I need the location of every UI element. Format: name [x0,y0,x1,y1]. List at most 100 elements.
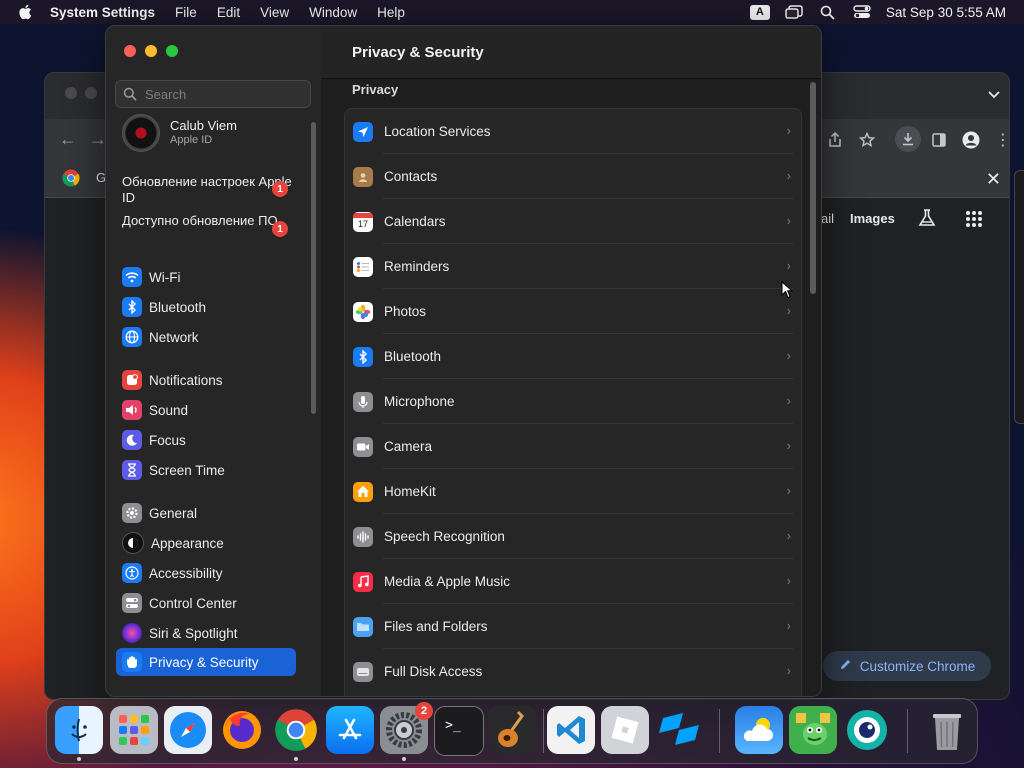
sidebar-item-network[interactable]: Network [116,323,296,351]
sidebar-item-label: Wi-Fi [149,269,181,285]
safari-icon[interactable] [164,706,212,754]
sidebar-item-siri-spotlight[interactable]: Siri & Spotlight [116,619,296,647]
accessibility-icon [122,563,142,583]
firefox-icon[interactable] [218,706,266,754]
sidebar-item-focus[interactable]: Focus [116,426,296,454]
mouse-pointer-icon [781,280,794,304]
menu-file[interactable]: File [175,5,197,20]
settings-content: Privacy & Security Privacy Location Serv… [321,26,821,696]
launchpad-icon[interactable] [110,706,158,754]
menu-window[interactable]: Window [309,5,357,20]
menu-bar: System Settings File Edit View Window He… [0,0,1024,24]
speaker-icon [122,400,142,420]
sidebar-item-privacy-security[interactable]: Privacy & Security [116,648,296,676]
list-item-reminders[interactable]: Reminders › [345,244,801,289]
contacts-icon [353,166,373,187]
list-item-files-folders[interactable]: Files and Folders › [345,604,801,649]
chrome-menu-icon[interactable]: ⋮ [993,130,1009,150]
list-item-calendars[interactable]: 17 Calendars › [345,199,801,244]
close-window-button[interactable] [124,45,136,57]
list-item-microphone[interactable]: Microphone › [345,379,801,424]
control-center-icon[interactable] [852,4,872,20]
apple-menu-icon[interactable] [18,4,36,20]
images-link[interactable]: Images [850,211,895,226]
google-apps-icon[interactable] [965,210,983,233]
sidebar-item-screen-time[interactable]: Screen Time [116,456,296,484]
disk-icon [353,661,373,682]
list-item-photos[interactable]: Photos › [345,289,801,334]
list-item-location-services[interactable]: Location Services › [345,109,801,154]
profile-subtitle: Apple ID [170,134,213,146]
sidebar-item-label: Sound [149,402,189,418]
list-item-label: Calendars [384,214,446,229]
list-item-bluetooth[interactable]: Bluetooth › [345,334,801,379]
search-field[interactable] [115,80,311,108]
customize-chrome-button[interactable]: Customize Chrome [823,651,991,681]
downloads-icon[interactable] [895,126,921,152]
list-item-camera[interactable]: Camera › [345,424,801,469]
trash-icon[interactable] [923,706,971,754]
sidebar-item-wifi[interactable]: Wi-Fi [116,263,296,291]
sidebar-item-label: Accessibility [149,565,223,581]
bluetooth-icon [353,346,373,367]
sidebar-item-bluetooth[interactable]: Bluetooth [116,293,296,321]
chrome-close-button[interactable] [65,87,77,99]
content-scrollbar[interactable] [810,82,816,294]
stage-manager-icon[interactable] [784,4,804,20]
garageband-icon[interactable] [488,706,536,754]
app-store-icon[interactable] [326,706,374,754]
back-arrow-icon[interactable]: ← [59,129,77,150]
sidebar-item-notifications[interactable]: Notifications [116,366,296,394]
chrome-close-tab-icon[interactable]: ✕ [986,169,1001,190]
terminal-icon[interactable]: >_ [434,706,484,756]
spotlight-search-icon[interactable] [818,4,838,20]
input-source-icon[interactable]: A [749,4,770,20]
clock[interactable]: Sat Sep 30 5:55 AM [886,5,1006,20]
list-item-speech-recognition[interactable]: Speech Recognition › [345,514,801,559]
hourglass-icon [122,460,142,480]
apple-id-profile[interactable]: Calub Viem Apple ID [122,114,237,152]
vscode-icon[interactable] [547,706,595,754]
roblox-icon[interactable] [601,706,649,754]
sidebar-item-sound[interactable]: Sound [116,396,296,424]
bookmark-star-icon[interactable] [857,130,877,150]
list-item-media-apple-music[interactable]: Media & Apple Music › [345,559,801,604]
sidebar-item-control-center[interactable]: Control Center [116,589,296,617]
camo-icon[interactable] [843,706,891,754]
notification-badge: 2 [415,702,433,720]
zoom-window-button[interactable] [166,45,178,57]
list-item-label: Location Services [384,124,491,139]
minimize-window-button[interactable] [145,45,157,57]
menu-help[interactable]: Help [377,5,405,20]
calendar-day: 17 [357,218,368,229]
sidebar-item-general[interactable]: General [116,499,296,527]
chrome-icon[interactable] [272,706,320,754]
list-item-full-disk-access[interactable]: Full Disk Access › [345,649,801,694]
profile-icon[interactable] [961,130,981,150]
finder-icon[interactable] [55,706,103,754]
list-item-homekit[interactable]: HomeKit › [345,469,801,514]
chevron-right-icon: › [786,303,791,318]
menu-app-name[interactable]: System Settings [50,5,155,20]
roblox-studio-icon[interactable] [655,706,703,754]
list-item-contacts[interactable]: Contacts › [345,154,801,199]
gmail-link[interactable]: ail [821,211,834,226]
avatar [122,114,160,152]
search-input[interactable] [143,85,307,103]
chrome-minimize-button[interactable] [85,87,97,99]
sidebar-scrollbar[interactable] [311,122,316,414]
side-panel-icon[interactable] [929,130,949,150]
sidebar-item-appearance[interactable]: Appearance [116,529,296,557]
sidebar-item-label: Focus [149,432,186,448]
labs-flask-icon[interactable] [917,208,937,233]
chevron-right-icon: › [786,483,791,498]
sidebar-item-accessibility[interactable]: Accessibility [116,559,296,587]
weather-icon[interactable] [735,706,783,754]
chevron-right-icon: › [786,123,791,138]
tab-search-chevron-icon[interactable] [987,87,1001,105]
game-icon[interactable] [789,706,837,754]
wifi-icon [122,267,142,287]
menu-edit[interactable]: Edit [217,5,240,20]
menu-view[interactable]: View [260,5,289,20]
share-icon[interactable] [825,130,845,150]
